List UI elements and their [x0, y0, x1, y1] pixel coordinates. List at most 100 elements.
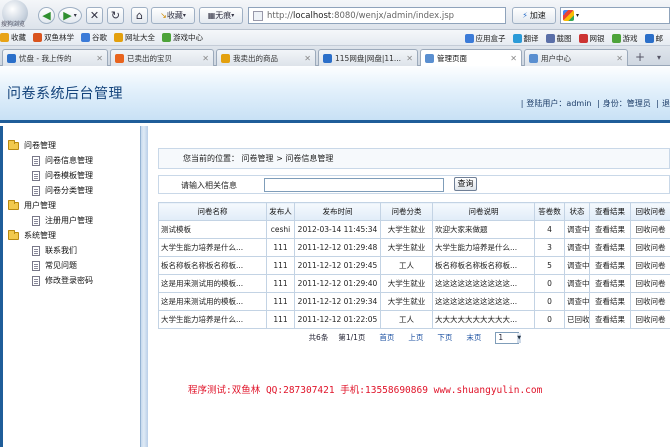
sidebar-group[interactable]: 用户管理: [8, 199, 56, 211]
column-header: 回收问卷: [630, 202, 670, 221]
sidebar-item[interactable]: 常见问题: [32, 260, 77, 271]
bookmark-label: 应用盒子: [475, 33, 506, 43]
close-icon[interactable]: ✕: [304, 54, 311, 63]
search-button[interactable]: 查询: [454, 177, 477, 191]
lightning-icon: ⚡: [522, 11, 528, 20]
recycle-link[interactable]: 回收问卷: [630, 238, 670, 257]
logout-link[interactable]: 退: [662, 99, 670, 108]
browser-tab[interactable]: 我卖出的商品 ✕: [216, 49, 316, 66]
table-cell: 2012-03-14 11:45:34: [294, 220, 381, 239]
address-bar[interactable]: http://localhost:8080/wenjx/admin/index.…: [248, 7, 506, 24]
tab-favicon-icon: [425, 54, 434, 63]
browser-search-box[interactable]: ▾: [560, 7, 670, 24]
bookmark-icon: [611, 33, 621, 43]
browser-tab[interactable]: 忧盘 - 我上传的 ✕: [2, 49, 108, 66]
column-header: 问卷名称: [158, 202, 267, 221]
recycle-link[interactable]: 回收问卷: [630, 220, 670, 239]
bookmark-item[interactable]: 截图: [545, 33, 572, 44]
table-header-row: 问卷名称 发布人 发布时间 问卷分类 问卷说明 答卷数 状态 查看结果 回收问卷: [158, 202, 670, 221]
close-icon[interactable]: ✕: [202, 54, 209, 63]
sidebar-item-label: 联系我们: [45, 246, 77, 255]
sidebar-item[interactable]: 问卷分类管理: [32, 185, 93, 196]
next-page-link[interactable]: 下页: [437, 332, 452, 343]
refresh-button[interactable]: ↻: [107, 7, 124, 24]
role-value: 管理员: [626, 99, 651, 108]
recycle-link[interactable]: 回收问卷: [630, 310, 670, 329]
bookmark-item[interactable]: 应用盒子: [464, 33, 506, 44]
close-icon[interactable]: ✕: [616, 54, 623, 63]
table-cell: 这这这这这这这这这这...: [432, 292, 535, 311]
bookmark-item[interactable]: 双鱼林学: [33, 32, 74, 43]
table-cell: 2011-12-12 01:29:48: [294, 238, 381, 257]
recycle-link[interactable]: 回收问卷: [630, 256, 670, 275]
bookmark-item[interactable]: 谷歌: [81, 32, 107, 43]
document-icon: [32, 215, 40, 226]
credit-text: 程序测试:双鱼林 QQ:287307421 手机:13558690869 www…: [188, 385, 543, 396]
table-row: 这是用来测试用的模板... 111 2011-12-12 01:29:34 大学生就业…: [158, 292, 670, 311]
bookmark-item[interactable]: 游戏中心: [162, 32, 203, 43]
sidebar: 问卷管理问卷信息管理 问卷模板管理 问卷分类管理用户管理注册用户管理系统管理联系我们…: [3, 126, 140, 447]
browser-tab[interactable]: 已卖出的宝贝 ✕: [110, 49, 214, 66]
sidebar-group-label: 用户管理: [24, 201, 56, 210]
table-cell: 测试模板: [158, 220, 267, 239]
table-cell: 欢迎大家来做题: [432, 220, 535, 239]
table-cell: 这这这这这这这这这这...: [432, 274, 535, 293]
search-input[interactable]: [264, 178, 444, 192]
incognito-button[interactable]: ▦ 无痕 ▾: [199, 7, 243, 24]
browser-tab[interactable]: 115网盘|网盘|11... ✕: [318, 49, 418, 66]
close-icon[interactable]: ✕: [510, 54, 517, 63]
page-icon: [253, 10, 263, 21]
column-header: 答卷数: [534, 202, 565, 221]
bookmark-item[interactable]: 网银: [578, 33, 605, 44]
back-button[interactable]: ◀: [38, 7, 55, 24]
close-icon[interactable]: ✕: [406, 54, 413, 63]
sidebar-splitter[interactable]: [140, 126, 148, 447]
stop-button[interactable]: ✕: [86, 7, 103, 24]
sidebar-item[interactable]: 修改登录密码: [32, 275, 93, 286]
tab-favicon-icon: [221, 53, 230, 63]
view-results-link[interactable]: 查看结果: [589, 256, 631, 275]
bookmark-item[interactable]: 收藏: [0, 32, 26, 43]
bookmark-item[interactable]: 游戏: [611, 33, 638, 44]
bookmark-item[interactable]: 网址大全: [114, 32, 155, 43]
table-cell: 2011-12-12 01:29:40: [294, 274, 381, 293]
browser-tab[interactable]: 用户中心 ✕: [524, 49, 628, 66]
view-results-link[interactable]: 查看结果: [589, 220, 631, 239]
table-cell: 这是用来测试用的模板...: [158, 274, 267, 293]
speed-up-button[interactable]: ⚡ 加速: [512, 7, 556, 24]
bookmark-icon: [644, 33, 654, 43]
first-page-link[interactable]: 首页: [379, 332, 394, 343]
bookmark-item[interactable]: 翻译: [512, 33, 539, 44]
view-results-link[interactable]: 查看结果: [589, 274, 631, 293]
sidebar-group[interactable]: 系统管理: [8, 229, 56, 241]
sidebar-group[interactable]: 问卷管理: [8, 139, 56, 151]
prev-page-link[interactable]: 上页: [408, 332, 423, 343]
browser-logo-label: 搜狗浏览: [1, 21, 26, 28]
sidebar-item[interactable]: 注册用户管理: [32, 215, 93, 226]
tab-list-button[interactable]: ▾: [652, 50, 666, 65]
table-cell: 大学生能力培养是什么...: [158, 238, 267, 257]
view-results-link[interactable]: 查看结果: [589, 292, 631, 311]
table-cell: 大学生就业: [380, 274, 433, 293]
sidebar-item[interactable]: 问卷模板管理: [32, 170, 93, 181]
recycle-link[interactable]: 回收问卷: [630, 274, 670, 293]
table-cell: 111: [266, 256, 295, 275]
bookmark-item[interactable]: 邮: [644, 33, 663, 44]
view-results-link[interactable]: 查看结果: [589, 238, 631, 257]
view-results-link[interactable]: 查看结果: [589, 310, 631, 329]
page-select[interactable]: 1 ▼: [495, 331, 522, 344]
browser-tab[interactable]: 管理页面 ✕: [420, 49, 522, 67]
recycle-link[interactable]: 回收问卷: [630, 292, 670, 311]
close-icon[interactable]: ✕: [96, 54, 103, 63]
tab-favicon-icon: [7, 53, 16, 63]
sidebar-item[interactable]: 联系我们: [32, 245, 77, 256]
forward-button[interactable]: ▶ ▾: [58, 7, 82, 24]
new-tab-button[interactable]: +: [633, 50, 647, 65]
document-icon: [32, 275, 40, 286]
sidebar-item[interactable]: 问卷信息管理: [32, 155, 93, 166]
favorites-button[interactable]: ↘ 收藏 ▾: [151, 7, 195, 24]
home-button[interactable]: ⌂: [131, 7, 148, 24]
last-page-link[interactable]: 末页: [466, 332, 481, 343]
table-cell: 0: [534, 310, 565, 329]
bookmark-label: 网银: [589, 33, 605, 43]
